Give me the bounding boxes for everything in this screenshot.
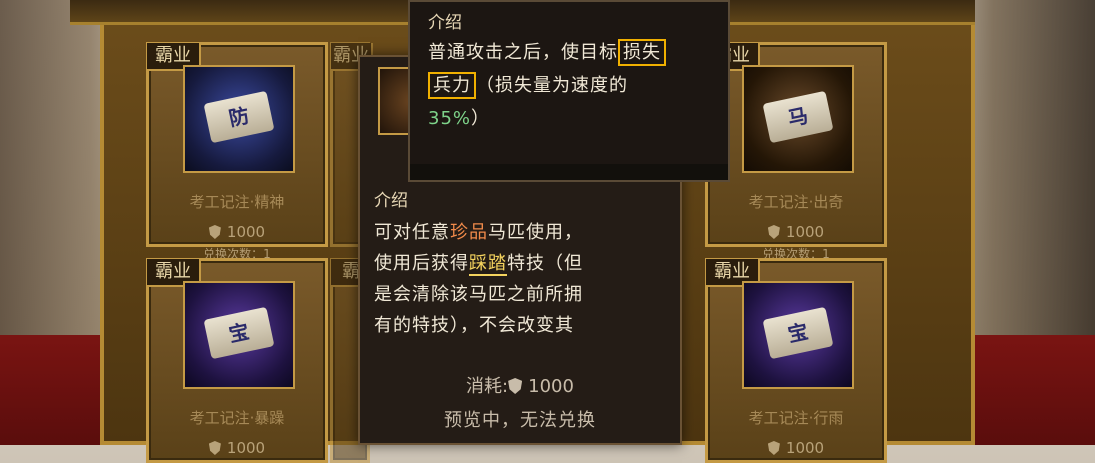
scroll-item-icon: 宝 (742, 281, 854, 389)
rarity-keyword: 珍品 (450, 222, 488, 243)
tooltip-footer-bar (410, 164, 728, 180)
card-name: 考工记注·暴躁 (189, 409, 285, 427)
skill-tooltip: 介绍 普通攻击之后，使目标 损失 兵力 （损失量为速度的 35%） (408, 0, 730, 182)
exchange-cost: 消耗: 1000 (466, 376, 574, 397)
card-cost: 1000 (149, 223, 325, 241)
shield-icon (208, 441, 221, 455)
shop-card-2[interactable]: 霸业 马 考工记注·出奇 1000 兑换次数：1 (705, 42, 887, 261)
preview-status-text: 预览中，无法兑换 (444, 410, 596, 431)
scroll-glyph: 宝 (203, 306, 275, 360)
scroll-item-icon: 马 (742, 65, 854, 173)
skill-keyword-link[interactable]: 踩踏 (469, 253, 507, 276)
percent-value: 35% (428, 108, 472, 129)
tooltip-text: 普通攻击之后，使目标 损失 兵力 （损失量为速度的 35%） (428, 36, 723, 135)
description-text: 可对任意珍品马匹使用， 使用后获得踩踏特技（但 是会清除该马匹之前所拥 有的特技… (374, 222, 583, 336)
shield-icon (767, 225, 780, 239)
shop-card-4[interactable]: 霸业 宝 考工记注·行雨 1000 (705, 258, 887, 463)
card-cost: 1000 (708, 439, 884, 457)
item-description: 介绍 可对任意珍品马匹使用， 使用后获得踩踏特技（但 是会清除该马匹之前所拥 有… (374, 186, 674, 346)
card-name: 考工记注·出奇 (748, 193, 844, 211)
scroll-item-icon: 防 (183, 65, 295, 173)
description-title: 介绍 (374, 191, 408, 211)
card-name: 考工记注·精神 (189, 193, 285, 211)
card-name: 考工记注·行雨 (748, 409, 844, 427)
highlight-keyword: 损失 (618, 39, 666, 66)
shop-card-1[interactable]: 霸业 防 考工记注·精神 1000 兑换次数：1 (146, 42, 328, 261)
shield-icon (767, 441, 780, 455)
shield-icon (508, 378, 523, 394)
scroll-glyph: 马 (762, 90, 834, 144)
scroll-glyph: 防 (203, 90, 275, 144)
tooltip-title: 介绍 (428, 13, 462, 33)
shield-icon (208, 225, 221, 239)
card-cost: 1000 (149, 439, 325, 457)
card-cost: 1000 (708, 223, 884, 241)
scroll-item-icon: 宝 (183, 281, 295, 389)
highlight-keyword: 兵力 (428, 72, 476, 99)
shop-card-3[interactable]: 霸业 宝 考工记注·暴躁 1000 (146, 258, 328, 463)
scroll-glyph: 宝 (762, 306, 834, 360)
